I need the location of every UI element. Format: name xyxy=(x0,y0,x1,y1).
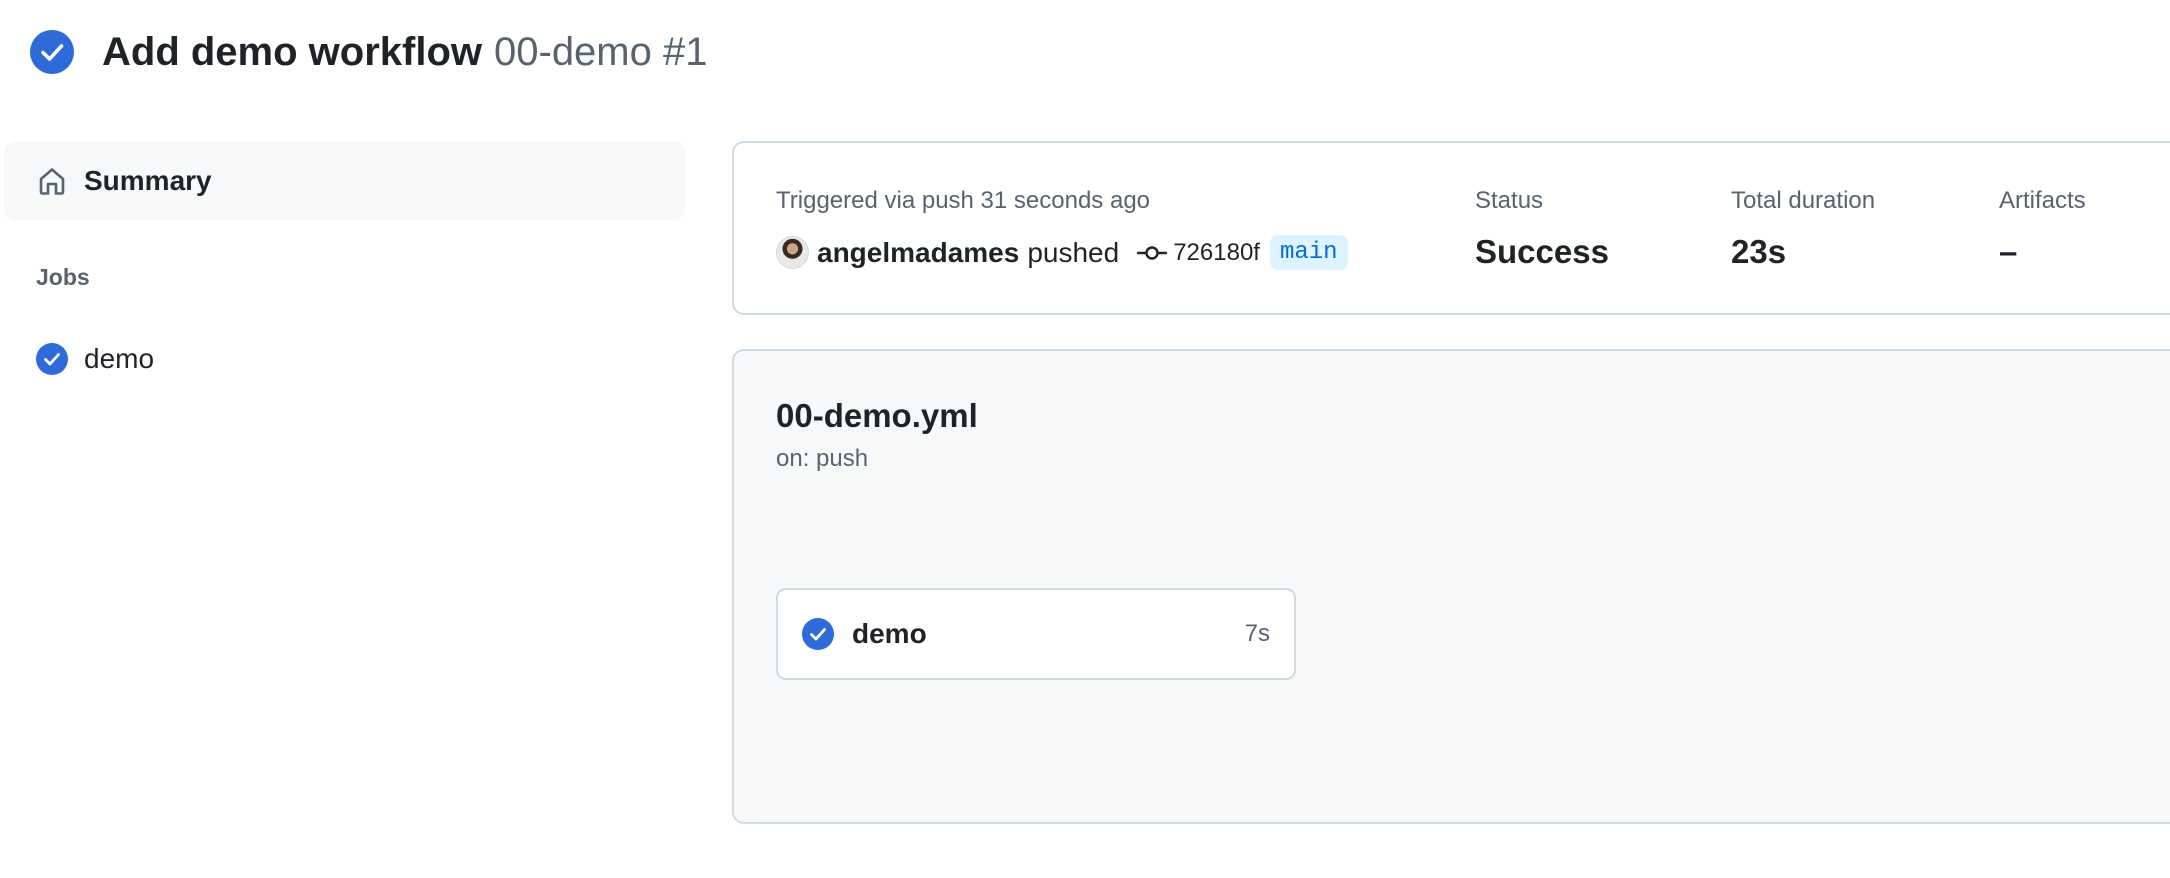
workflow-run-page: Add demo workflow 00-demo #1 Summary Job… xyxy=(0,0,2170,878)
pushed-text: pushed xyxy=(1027,236,1120,268)
trigger-text: Triggered via push 31 seconds ago xyxy=(776,187,1151,214)
workflow-graph: 00-demo.yml on: push demo 7s xyxy=(732,349,2170,824)
check-circle-fill-icon xyxy=(36,343,68,375)
home-icon xyxy=(39,167,65,195)
pusher-link[interactable]: angelmadames xyxy=(817,237,1019,269)
branch-badge[interactable]: main xyxy=(1269,235,1348,270)
status-label: Status xyxy=(1475,187,1544,214)
run-header: Add demo workflow 00-demo #1 xyxy=(30,26,707,78)
sidebar-item-label: Summary xyxy=(84,164,212,196)
git-commit-icon xyxy=(1137,245,1168,260)
sidebar-item-summary[interactable]: Summary xyxy=(4,141,685,220)
page-title: Add demo workflow xyxy=(102,29,482,74)
sidebar-job-label: demo xyxy=(84,343,155,374)
artifacts-value: – xyxy=(1999,233,2018,270)
check-circle-fill-icon xyxy=(30,30,74,74)
workflow-trigger: on: push xyxy=(776,445,869,472)
job-node-name: demo xyxy=(852,618,927,649)
duration-label: Total duration xyxy=(1731,187,1876,214)
workflow-file-name: 00-demo.yml xyxy=(776,397,978,434)
job-node-demo[interactable]: demo 7s xyxy=(776,588,1296,680)
sidebar-item-demo[interactable]: demo xyxy=(36,340,154,378)
check-circle-fill-icon xyxy=(802,618,834,650)
pusher-row: angelmadames pushed 726180f main xyxy=(776,235,1348,270)
run-info-card: Triggered via push 31 seconds ago angelm… xyxy=(732,141,2170,315)
artifacts-label: Artifacts xyxy=(1999,187,2086,214)
run-identifier: 00-demo #1 xyxy=(494,29,708,74)
job-node-duration: 7s xyxy=(1244,620,1270,647)
jobs-heading: Jobs xyxy=(36,264,90,290)
commit-sha-link[interactable]: 726180f xyxy=(1173,239,1260,267)
avatar[interactable] xyxy=(776,236,809,269)
duration-value: 23s xyxy=(1731,233,1787,270)
status-value: Success xyxy=(1475,233,1609,270)
